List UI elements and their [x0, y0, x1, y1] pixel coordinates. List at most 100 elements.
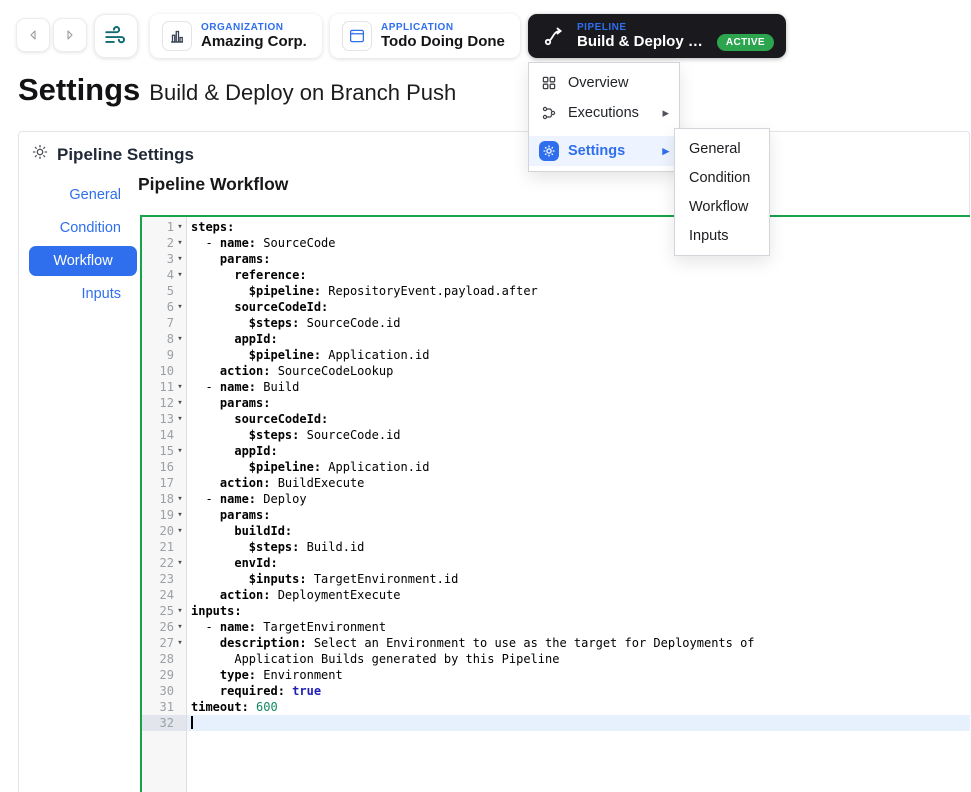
- code-line[interactable]: $inputs: TargetEnvironment.id: [187, 571, 970, 587]
- menu-item-executions[interactable]: Executions ▸: [529, 98, 679, 128]
- line-number[interactable]: 27▾: [142, 635, 186, 651]
- chevron-left-icon: [25, 27, 41, 43]
- fold-arrow-icon[interactable]: ▾: [174, 491, 186, 507]
- home-logo-button[interactable]: [94, 14, 138, 58]
- editor-code[interactable]: steps: - name: SourceCode params: refere…: [187, 217, 970, 792]
- tab-condition[interactable]: Condition: [29, 211, 137, 244]
- gear-icon: [31, 143, 49, 166]
- line-number[interactable]: 6▾: [142, 299, 186, 315]
- line-number: 31: [142, 699, 186, 715]
- settings-tabs: General Condition Workflow Inputs: [29, 178, 137, 310]
- line-number[interactable]: 3▾: [142, 251, 186, 267]
- line-number[interactable]: 8▾: [142, 331, 186, 347]
- fold-arrow-icon[interactable]: ▾: [174, 299, 186, 315]
- fold-arrow-icon[interactable]: ▾: [174, 603, 186, 619]
- forward-button[interactable]: [53, 18, 87, 52]
- menu-item-overview[interactable]: Overview: [529, 68, 679, 98]
- line-number[interactable]: 1▾: [142, 219, 186, 235]
- line-number[interactable]: 18▾: [142, 491, 186, 507]
- submenu-item-condition[interactable]: Condition: [675, 163, 769, 192]
- code-line[interactable]: appId:: [187, 331, 970, 347]
- organization-card[interactable]: ORGANIZATION Amazing Corp.: [150, 14, 322, 58]
- back-button[interactable]: [16, 18, 50, 52]
- submenu-item-inputs[interactable]: Inputs: [675, 221, 769, 250]
- menu-item-label: Settings: [568, 143, 625, 159]
- code-line[interactable]: reference:: [187, 267, 970, 283]
- code-line[interactable]: description: Select an Environment to us…: [187, 635, 970, 651]
- code-line[interactable]: $steps: Build.id: [187, 539, 970, 555]
- page-heading: SettingsBuild & Deploy on Branch Push: [18, 72, 456, 108]
- code-line[interactable]: $pipeline: RepositoryEvent.payload.after: [187, 283, 970, 299]
- organization-type-label: ORGANIZATION: [201, 22, 307, 34]
- code-line[interactable]: - name: TargetEnvironment: [187, 619, 970, 635]
- fold-arrow-icon[interactable]: ▾: [174, 507, 186, 523]
- code-line[interactable]: [187, 715, 970, 731]
- code-line[interactable]: steps:: [187, 219, 970, 235]
- fold-arrow-icon[interactable]: ▾: [174, 267, 186, 283]
- gear-icon: [539, 141, 559, 161]
- code-line[interactable]: inputs:: [187, 603, 970, 619]
- code-line[interactable]: - name: Deploy: [187, 491, 970, 507]
- code-line[interactable]: envId:: [187, 555, 970, 571]
- fold-arrow-icon[interactable]: ▾: [174, 235, 186, 251]
- code-line[interactable]: $pipeline: Application.id: [187, 459, 970, 475]
- panel-title: Pipeline Settings: [57, 145, 194, 165]
- fold-arrow-icon[interactable]: ▾: [174, 411, 186, 427]
- code-line[interactable]: type: Environment: [187, 667, 970, 683]
- line-number[interactable]: 4▾: [142, 267, 186, 283]
- code-line[interactable]: sourceCodeId:: [187, 299, 970, 315]
- line-number[interactable]: 15▾: [142, 443, 186, 459]
- line-number: 30: [142, 683, 186, 699]
- fold-arrow-icon[interactable]: ▾: [174, 251, 186, 267]
- settings-submenu: General Condition Workflow Inputs: [674, 128, 770, 256]
- code-line[interactable]: $pipeline: Application.id: [187, 347, 970, 363]
- line-number[interactable]: 12▾: [142, 395, 186, 411]
- fold-arrow-icon[interactable]: ▾: [174, 619, 186, 635]
- code-line[interactable]: action: SourceCodeLookup: [187, 363, 970, 379]
- code-line[interactable]: sourceCodeId:: [187, 411, 970, 427]
- line-number[interactable]: 13▾: [142, 411, 186, 427]
- code-line[interactable]: $steps: SourceCode.id: [187, 427, 970, 443]
- line-number: 21: [142, 539, 186, 555]
- fold-arrow-icon[interactable]: ▾: [174, 555, 186, 571]
- tab-inputs[interactable]: Inputs: [29, 277, 137, 310]
- fold-arrow-icon[interactable]: ▾: [174, 635, 186, 651]
- code-line[interactable]: params:: [187, 395, 970, 411]
- application-card[interactable]: APPLICATION Todo Doing Done: [330, 14, 520, 58]
- line-number[interactable]: 19▾: [142, 507, 186, 523]
- code-line[interactable]: buildId:: [187, 523, 970, 539]
- yaml-editor[interactable]: 1▾2▾3▾4▾56▾78▾91011▾12▾13▾1415▾161718▾19…: [140, 215, 970, 792]
- fold-arrow-icon[interactable]: ▾: [174, 395, 186, 411]
- tab-general[interactable]: General: [29, 178, 137, 211]
- code-line[interactable]: timeout: 600: [187, 699, 970, 715]
- menu-item-settings[interactable]: Settings ▸: [529, 136, 679, 166]
- section-title: Pipeline Workflow: [138, 174, 288, 195]
- fold-arrow-icon[interactable]: ▾: [174, 331, 186, 347]
- code-line[interactable]: params:: [187, 507, 970, 523]
- line-number[interactable]: 22▾: [142, 555, 186, 571]
- code-line[interactable]: Application Builds generated by this Pip…: [187, 651, 970, 667]
- code-line[interactable]: required: true: [187, 683, 970, 699]
- line-number[interactable]: 26▾: [142, 619, 186, 635]
- line-number[interactable]: 2▾: [142, 235, 186, 251]
- submenu-item-workflow[interactable]: Workflow: [675, 192, 769, 221]
- code-line[interactable]: appId:: [187, 443, 970, 459]
- code-line[interactable]: params:: [187, 251, 970, 267]
- line-number[interactable]: 20▾: [142, 523, 186, 539]
- line-number[interactable]: 11▾: [142, 379, 186, 395]
- code-line[interactable]: - name: Build: [187, 379, 970, 395]
- fold-arrow-icon[interactable]: ▾: [174, 219, 186, 235]
- code-line[interactable]: action: DeploymentExecute: [187, 587, 970, 603]
- submenu-item-general[interactable]: General: [675, 134, 769, 163]
- code-line[interactable]: - name: SourceCode: [187, 235, 970, 251]
- fold-arrow-icon[interactable]: ▾: [174, 443, 186, 459]
- fold-arrow-icon[interactable]: ▾: [174, 379, 186, 395]
- code-line[interactable]: action: BuildExecute: [187, 475, 970, 491]
- chevron-right-icon: ▸: [662, 143, 669, 159]
- fold-arrow-icon[interactable]: ▾: [174, 523, 186, 539]
- tab-workflow[interactable]: Workflow: [29, 246, 137, 276]
- pipeline-card[interactable]: PIPELINE Build & Deploy … ACTIVE: [528, 14, 786, 58]
- code-line[interactable]: $steps: SourceCode.id: [187, 315, 970, 331]
- line-number[interactable]: 25▾: [142, 603, 186, 619]
- panel-header: Pipeline Settings: [31, 143, 194, 166]
